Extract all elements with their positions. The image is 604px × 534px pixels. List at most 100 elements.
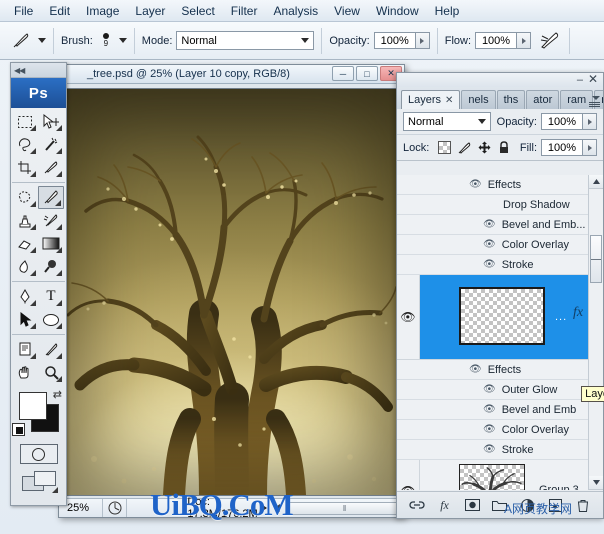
lock-all-icon[interactable]	[498, 141, 510, 154]
link-layers-icon[interactable]	[408, 496, 426, 514]
brush-tool-icon[interactable]	[8, 30, 34, 52]
close-icon[interactable]: ✕	[445, 95, 453, 106]
panel-opacity-value[interactable]: 100%	[541, 113, 583, 130]
effects-header-row-2[interactable]: 👁 Effects	[397, 360, 603, 380]
airbrush-icon[interactable]	[539, 31, 563, 51]
menu-item-filter[interactable]: Filter	[223, 2, 266, 20]
quick-mask-toggle[interactable]	[20, 444, 58, 464]
effect-row-color-overlay-2[interactable]: 👁 Color Overlay	[397, 420, 603, 440]
type-tool[interactable]: T	[38, 285, 64, 308]
brush-picker-chevron-icon[interactable]	[119, 38, 127, 43]
layer-visibility-cell[interactable]: 👁	[397, 275, 420, 359]
scroll-left-arrow-icon[interactable]	[271, 503, 284, 513]
layer-list[interactable]: 👁 Effects Drop Shadow 👁 Bevel and Emb...…	[397, 175, 603, 490]
status-expand-arrow-icon[interactable]	[258, 503, 271, 513]
blur-tool[interactable]	[12, 255, 38, 278]
effect-row-stroke-2[interactable]: 👁 Stroke	[397, 440, 603, 460]
flow-stepper[interactable]	[517, 32, 531, 49]
menu-item-file[interactable]: File	[6, 2, 41, 20]
history-brush-tool[interactable]	[38, 209, 64, 232]
horizontal-scroll-thumb[interactable]: ‖	[286, 502, 404, 515]
menu-item-window[interactable]: Window	[368, 2, 427, 20]
effect-row-bevel-2[interactable]: 👁 Bevel and Emb	[397, 400, 603, 420]
dodge-tool[interactable]	[38, 255, 64, 278]
toolbox-collapse-handle[interactable]: ◀◀	[11, 63, 66, 78]
clone-stamp-tool[interactable]	[12, 209, 38, 232]
flow-control[interactable]: 100%	[475, 32, 531, 49]
effect-row-color-overlay-1[interactable]: 👁 Color Overlay	[397, 235, 603, 255]
panel-close-icon[interactable]: ✕	[588, 72, 598, 86]
brush-tool[interactable]	[38, 186, 64, 209]
opacity-control[interactable]: 100%	[374, 32, 430, 49]
menu-item-view[interactable]: View	[326, 2, 368, 20]
panel-menu-icon[interactable]	[589, 96, 600, 107]
brush-preset-chevron-icon[interactable]	[38, 38, 46, 43]
selected-layer-row[interactable]: 👁 ... fx	[397, 275, 603, 360]
layer-blend-mode-select[interactable]: Normal	[403, 112, 491, 131]
notes-tool[interactable]	[12, 338, 38, 361]
effect-row-drop-shadow[interactable]: Drop Shadow	[397, 195, 603, 215]
eye-icon[interactable]: 👁	[483, 424, 496, 435]
shape-tool[interactable]	[38, 308, 64, 331]
layer-style-badge[interactable]: fx	[573, 305, 583, 321]
menu-item-layer[interactable]: Layer	[127, 2, 173, 20]
maximize-button[interactable]: □	[356, 66, 378, 81]
eye-icon[interactable]: 👁	[483, 444, 496, 455]
healing-brush-tool[interactable]	[12, 186, 38, 209]
minimize-button[interactable]: ─	[332, 66, 354, 81]
effect-row-bevel-1[interactable]: 👁 Bevel and Emb...	[397, 215, 603, 235]
magic-wand-tool[interactable]	[38, 133, 64, 156]
menu-item-edit[interactable]: Edit	[41, 2, 78, 20]
panel-minimize-icon[interactable]: –	[577, 74, 583, 86]
swap-colors-icon[interactable]: ⇄	[53, 388, 62, 401]
tab-paths[interactable]: ths	[497, 90, 526, 109]
crop-tool[interactable]	[12, 156, 38, 179]
eraser-tool[interactable]	[12, 232, 38, 255]
eye-icon[interactable]: 👁	[483, 404, 496, 415]
layer-thumbnail[interactable]	[459, 287, 545, 345]
eye-icon[interactable]: 👁	[469, 179, 482, 190]
tab-navigator[interactable]: ator	[526, 90, 559, 109]
eye-icon[interactable]: 👁	[400, 310, 415, 324]
blend-mode-select[interactable]: Normal	[176, 31, 314, 50]
lasso-tool[interactable]	[12, 133, 38, 156]
delete-layer-icon[interactable]	[574, 496, 592, 514]
scroll-up-arrow-icon[interactable]	[589, 175, 603, 189]
effects-header-row-1[interactable]: 👁 Effects	[397, 175, 603, 195]
brush-size-preview[interactable]: 9	[97, 33, 115, 48]
status-preview-icon[interactable]	[103, 499, 127, 517]
eyedropper-tool[interactable]	[38, 338, 64, 361]
eye-icon[interactable]: 👁	[483, 384, 496, 395]
add-layer-mask-icon[interactable]	[463, 496, 481, 514]
fill-value[interactable]: 100%	[541, 139, 583, 156]
tab-channels[interactable]: nels	[461, 90, 495, 109]
layer-list-scrollbar[interactable]	[588, 175, 603, 490]
eye-icon[interactable]: 👁	[483, 239, 496, 250]
panel-opacity-stepper[interactable]	[583, 113, 597, 130]
gradient-tool[interactable]	[38, 232, 64, 255]
pen-tool[interactable]	[12, 285, 38, 308]
group-thumbnail[interactable]	[459, 464, 525, 490]
menu-item-help[interactable]: Help	[427, 2, 468, 20]
document-title-bar[interactable]: _tree.psd @ 25% (Layer 10 copy, RGB/8) ─…	[59, 65, 404, 84]
add-layer-style-icon[interactable]: fx	[436, 496, 454, 514]
eye-icon[interactable]: 👁	[483, 219, 496, 230]
menu-item-select[interactable]: Select	[173, 2, 222, 20]
eye-icon[interactable]: 👁	[483, 259, 496, 270]
menu-item-analysis[interactable]: Analysis	[265, 2, 326, 20]
effect-row-outer-glow[interactable]: 👁 Outer Glow	[397, 380, 603, 400]
move-tool[interactable]	[38, 110, 64, 133]
eye-icon[interactable]: 👁	[469, 364, 482, 375]
tab-layers[interactable]: Layers ✕	[401, 90, 460, 109]
fill-control[interactable]: 100%	[541, 139, 597, 156]
lock-position-icon[interactable]	[478, 141, 491, 154]
default-colors-icon[interactable]	[12, 423, 25, 436]
scrollbar-thumb[interactable]	[590, 235, 602, 283]
fill-stepper[interactable]	[583, 139, 597, 156]
flow-value[interactable]: 100%	[475, 32, 517, 49]
panel-title-bar[interactable]: – ✕	[397, 73, 603, 87]
lock-transparency-icon[interactable]	[438, 141, 451, 154]
group-visibility-cell[interactable]: 👁	[397, 460, 420, 490]
opacity-value[interactable]: 100%	[374, 32, 416, 49]
eye-icon[interactable]: 👁	[400, 484, 415, 490]
